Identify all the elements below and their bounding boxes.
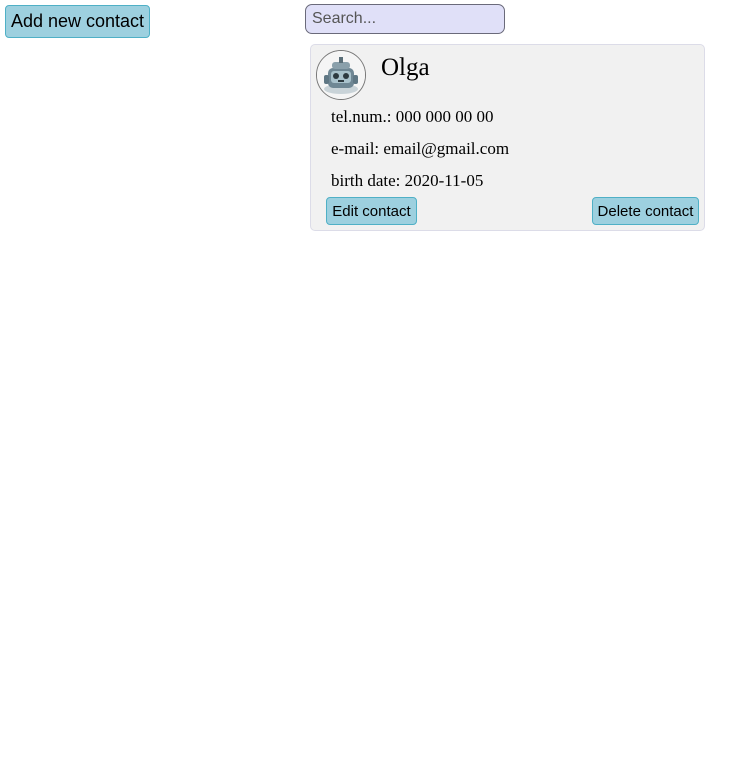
contact-birth-date: birth date: 2020-11-05: [331, 171, 484, 190]
contact-card: Olga tel.num.: 000 000 00 00 e-mail: ema…: [310, 44, 705, 231]
add-new-contact-button[interactable]: Add new contact: [5, 5, 150, 38]
robot-avatar-icon: [317, 51, 365, 99]
contact-phone: tel.num.: 000 000 00 00: [331, 107, 494, 126]
edit-contact-button[interactable]: Edit contact: [326, 197, 417, 225]
delete-contact-button[interactable]: Delete contact: [592, 197, 699, 225]
contact-email: e-mail: email@gmail.com: [331, 139, 510, 158]
search-input[interactable]: [305, 4, 505, 34]
contact-avatar[interactable]: [316, 50, 366, 100]
contact-name: Olga: [381, 54, 430, 81]
